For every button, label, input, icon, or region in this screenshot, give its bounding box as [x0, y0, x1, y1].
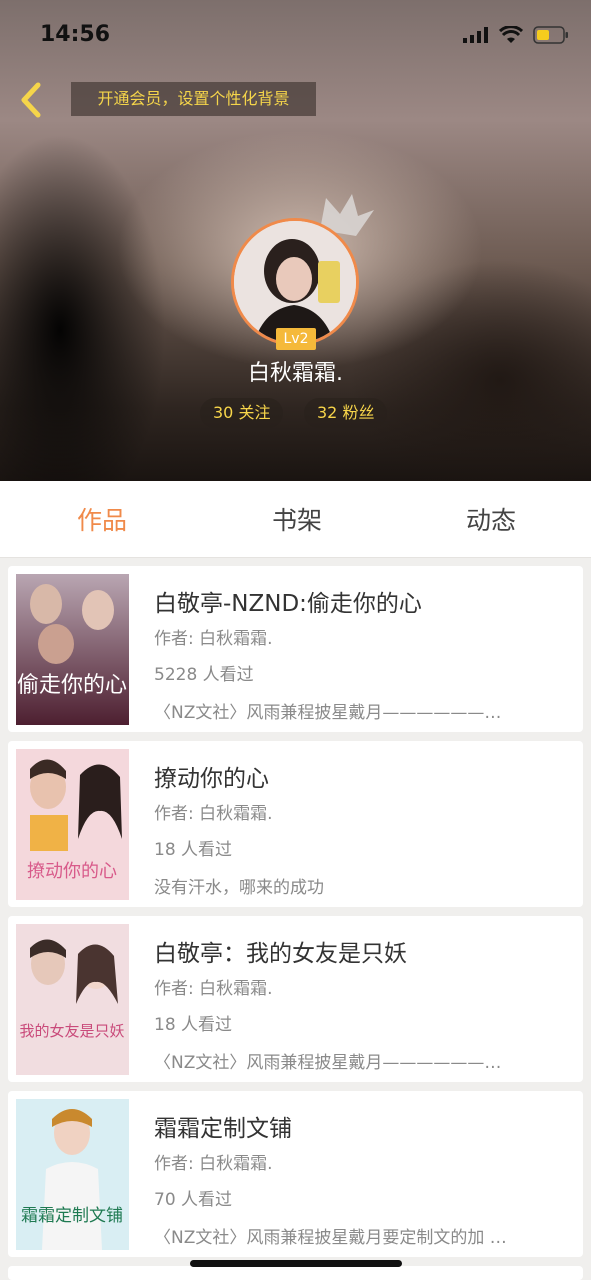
username: 白秋霜霜.: [248, 361, 343, 386]
book-card[interactable]: 霜霜定制文铺 霜霜定制文铺 作者: 白秋霜霜. 70 人看过 〈NZ文社〉风雨兼…: [8, 1091, 583, 1257]
book-cover-title: 偷走你的心: [17, 673, 127, 698]
book-title: 白敬亭-NZND:偷走你的心: [154, 591, 422, 617]
book-cover-title: 撩动你的心: [27, 861, 117, 882]
chevron-left-icon: [21, 82, 41, 118]
home-indicator[interactable]: [190, 1260, 402, 1267]
book-author: 作者: 白秋霜霜.: [154, 629, 273, 649]
tab-works[interactable]: 作品: [77, 481, 127, 557]
avatar[interactable]: [231, 218, 359, 346]
book-views: 5228 人看过: [154, 665, 254, 685]
wifi-icon: [499, 26, 523, 43]
book-views: 70 人看过: [154, 1190, 233, 1210]
book-description: 〈NZ文社〉风雨兼程披星戴月——————…: [154, 1053, 502, 1073]
book-cover: 我的女友是只妖: [16, 924, 129, 1075]
level-badge: Lv2: [276, 328, 316, 350]
signal-icon: [463, 27, 488, 43]
book-description: 〈NZ文社〉风雨兼程披星戴月要定制文的加 …: [154, 1228, 507, 1248]
avatar-image: [234, 221, 356, 343]
book-cover-title: 霜霜定制文铺: [21, 1206, 123, 1226]
book-views: 18 人看过: [154, 840, 233, 860]
battery-icon: [533, 26, 568, 44]
profile-header: 14:56 开通会员，设置个性化背景 Lv2 白秋霜霜. 30 关注 32 粉丝: [0, 0, 591, 481]
book-author: 作者: 白秋霜霜.: [154, 1154, 273, 1174]
book-card[interactable]: 偷走你的心 白敬亭-NZND:偷走你的心 作者: 白秋霜霜. 5228 人看过 …: [8, 566, 583, 732]
status-icons: [463, 26, 569, 44]
book-card-peek: [8, 1266, 583, 1280]
book-cover-title: 我的女友是只妖: [19, 1022, 124, 1040]
followers-count[interactable]: 32 粉丝: [304, 398, 388, 428]
back-button[interactable]: [14, 80, 50, 120]
tab-activity[interactable]: 动态: [466, 481, 516, 557]
book-title: 霜霜定制文铺: [154, 1116, 292, 1142]
book-card[interactable]: 我的女友是只妖 白敬亭：我的女友是只妖 作者: 白秋霜霜. 18 人看过 〈NZ…: [8, 916, 583, 1082]
profile-tabs: 作品 书架 动态: [0, 481, 591, 558]
book-cover: 霜霜定制文铺: [16, 1099, 129, 1250]
book-card[interactable]: 撩动你的心 撩动你的心 作者: 白秋霜霜. 18 人看过 没有汗水，哪来的成功: [8, 741, 583, 907]
book-author: 作者: 白秋霜霜.: [154, 979, 273, 999]
book-description: 没有汗水，哪来的成功: [154, 878, 324, 898]
book-author: 作者: 白秋霜霜.: [154, 804, 273, 824]
book-views: 18 人看过: [154, 1015, 233, 1035]
tab-bookshelf[interactable]: 书架: [272, 481, 322, 557]
book-cover: 撩动你的心: [16, 749, 129, 900]
vip-banner[interactable]: 开通会员，设置个性化背景: [71, 82, 316, 116]
following-count[interactable]: 30 关注: [200, 398, 284, 428]
book-title: 撩动你的心: [154, 766, 269, 792]
status-time: 14:56: [40, 22, 111, 47]
book-description: 〈NZ文社〉风雨兼程披星戴月——————…: [154, 703, 502, 723]
book-cover: 偷走你的心: [16, 574, 129, 725]
book-title: 白敬亭：我的女友是只妖: [154, 941, 407, 967]
